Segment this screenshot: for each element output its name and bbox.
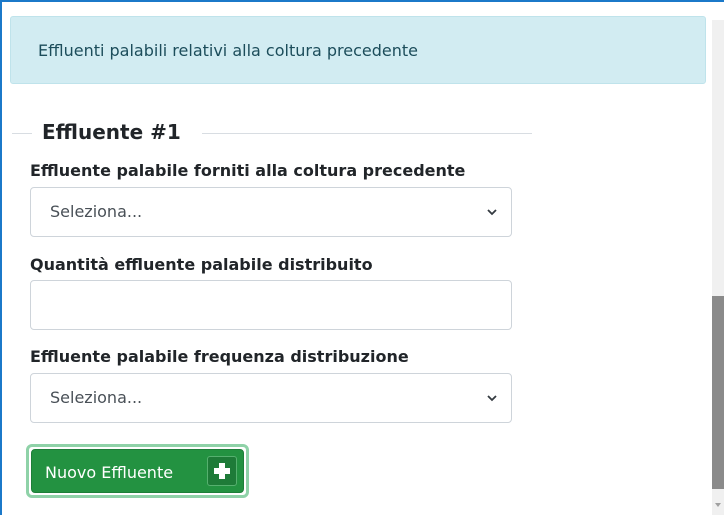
plus-icon-glyph	[214, 463, 230, 479]
form-panel: Effluenti palabili relativi alla coltura…	[0, 0, 724, 515]
quantity-input[interactable]	[30, 280, 512, 330]
effluent-type-select[interactable]: Seleziona...	[30, 187, 512, 237]
fieldset-divider-left	[12, 133, 32, 134]
quantity-label: Quantità effluente palabile distribuito	[30, 255, 373, 274]
effluent-type-selected-value: Seleziona...	[50, 202, 143, 221]
fieldset-divider-right	[202, 133, 532, 134]
scroll-down-arrow-icon[interactable]	[712, 499, 724, 511]
info-alert: Effluenti palabili relativi alla coltura…	[10, 16, 706, 84]
fieldset-legend: Effluente #1	[42, 120, 181, 144]
scrollbar-thumb[interactable]	[712, 296, 724, 489]
frequency-select[interactable]: Seleziona...	[30, 373, 512, 423]
frequency-label: Effluente palabile frequenza distribuzio…	[30, 347, 409, 366]
chevron-down-icon	[487, 395, 497, 402]
new-effluent-button[interactable]: Nuovo Effluente	[26, 444, 249, 498]
plus-icon	[207, 456, 237, 486]
effluent-type-label: Effluente palabile forniti alla coltura …	[30, 161, 466, 180]
new-effluent-button-body[interactable]: Nuovo Effluente	[31, 449, 244, 493]
chevron-down-icon	[487, 209, 497, 216]
frequency-selected-value: Seleziona...	[50, 388, 143, 407]
new-effluent-button-label: Nuovo Effluente	[45, 463, 174, 482]
info-alert-text: Effluenti palabili relativi alla coltura…	[38, 41, 418, 60]
